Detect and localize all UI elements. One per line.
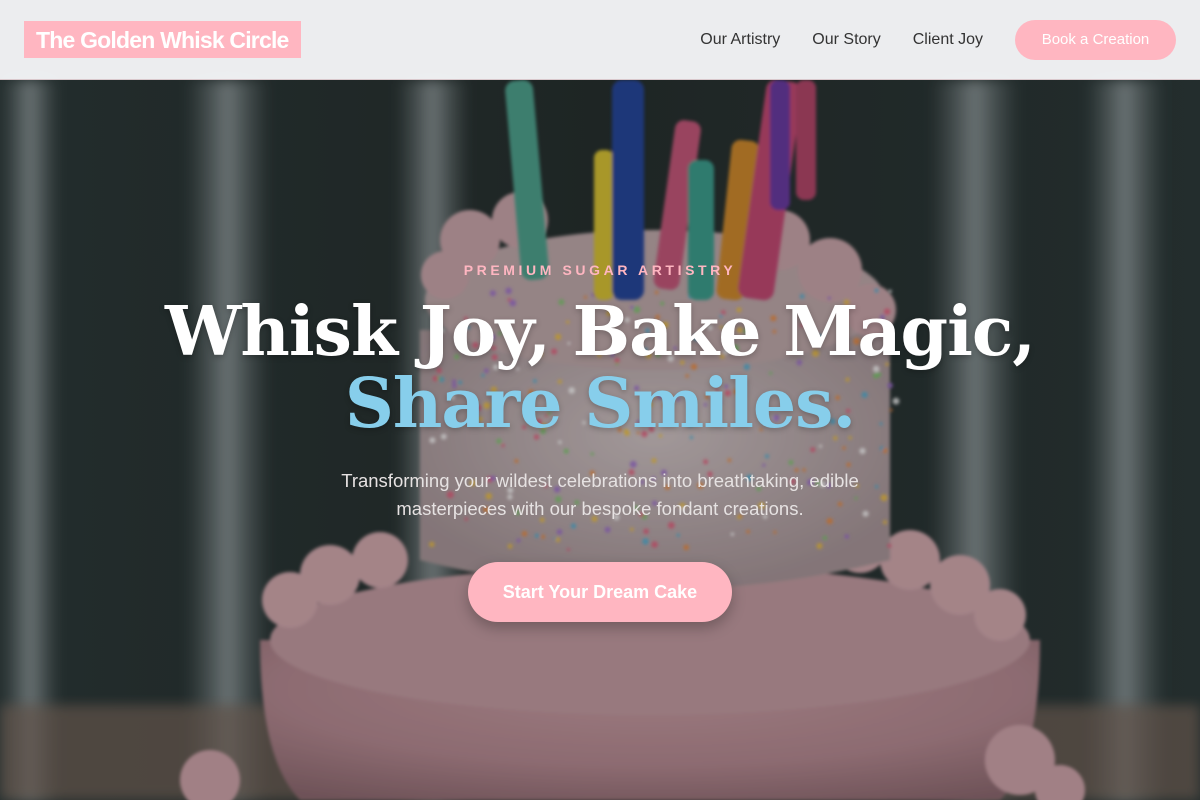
- hero-headline: Whisk Joy, Bake Magic, Share Smiles.: [0, 296, 1200, 440]
- book-a-creation-button[interactable]: Book a Creation: [1015, 19, 1176, 60]
- nav-link-client-joy[interactable]: Client Joy: [913, 31, 983, 49]
- hero-headline-line1: Whisk Joy, Bake Magic,: [165, 292, 1036, 372]
- nav-link-our-artistry[interactable]: Our Artistry: [700, 31, 780, 49]
- hero-subtitle: Transforming your wildest celebrations i…: [341, 470, 859, 519]
- start-your-dream-cake-button[interactable]: Start Your Dream Cake: [468, 562, 732, 622]
- hero-eyebrow: PREMIUM SUGAR ARTISTRY: [463, 262, 737, 278]
- nav-link-our-story[interactable]: Our Story: [812, 31, 880, 49]
- primary-nav: Our Artistry Our Story Client Joy Book a…: [700, 19, 1176, 60]
- hero-content: PREMIUM SUGAR ARTISTRY Whisk Joy, Bake M…: [0, 0, 1200, 800]
- top-navbar: The Golden Whisk Circle Our Artistry Our…: [0, 0, 1200, 80]
- hero-headline-line2: Share Smiles.: [344, 364, 856, 444]
- brand-logo[interactable]: The Golden Whisk Circle: [24, 21, 301, 58]
